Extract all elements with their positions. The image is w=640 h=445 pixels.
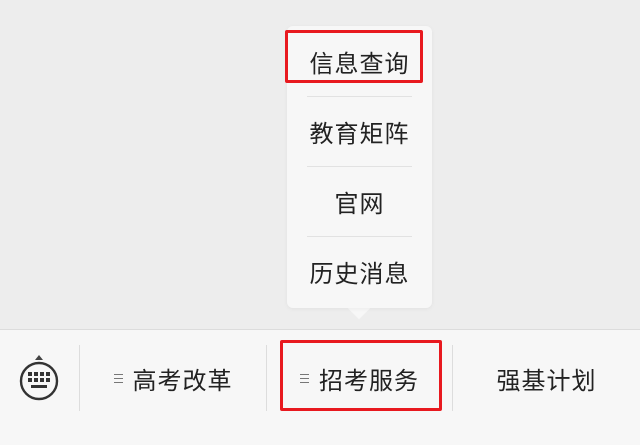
menu-tab-strong-foundation-plan[interactable]: 强基计划 — [453, 345, 640, 411]
menu-tab-label: 招考服务 — [319, 366, 419, 395]
submenu-item-education-matrix[interactable]: 教育矩阵 — [287, 96, 432, 166]
menu-lines-icon — [113, 373, 123, 384]
menu-lines-icon — [300, 373, 309, 384]
menu-tab-gaokao-reform[interactable]: 高考改革 — [80, 345, 266, 411]
menu-tab-label: 高考改革 — [132, 366, 233, 395]
submenu-popup: 信息查询 教育矩阵 官网 历史消息 — [287, 26, 432, 308]
submenu-item-info-query[interactable]: 信息查询 — [287, 26, 432, 96]
menu-tab-label: 强基计划 — [496, 366, 597, 395]
keyboard-icon — [19, 355, 59, 401]
submenu-item-official-site[interactable]: 官网 — [287, 166, 432, 236]
bottom-menu-bar: 高考改革 招考服务 强基计划 — [0, 329, 640, 445]
submenu-item-history-messages[interactable]: 历史消息 — [287, 236, 432, 306]
keyboard-toggle-button[interactable] — [17, 353, 61, 405]
menu-tab-admission-services[interactable]: 招考服务 — [267, 345, 452, 411]
